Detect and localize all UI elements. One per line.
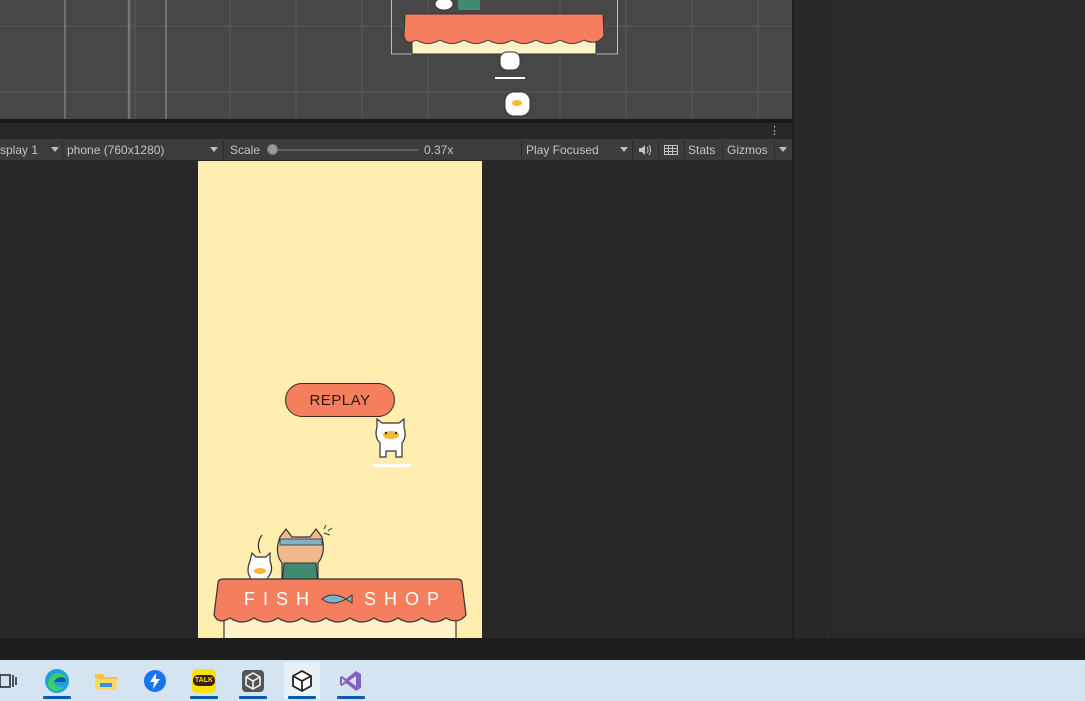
more-options-icon[interactable]: ⋮	[769, 125, 780, 137]
kakaotalk-button[interactable]: TALK	[186, 662, 222, 699]
play-mode-dropdown[interactable]: Play Focused	[526, 139, 631, 161]
game-canvas[interactable]: REPLAY FISH SHOP	[198, 161, 482, 638]
scale-slider-track[interactable]	[270, 149, 418, 151]
folder-icon	[95, 673, 117, 690]
lightning-icon	[144, 669, 166, 692]
unity-icon	[292, 669, 312, 692]
gizmos-button[interactable]: Gizmos	[727, 139, 768, 161]
cat-sprite	[373, 417, 411, 467]
edge-button[interactable]	[39, 662, 75, 699]
blue-app-button[interactable]	[137, 662, 173, 699]
side-panel	[792, 0, 826, 638]
edge-icon	[45, 668, 69, 693]
visual-studio-button[interactable]	[333, 662, 369, 699]
editor-status-bar	[0, 638, 1085, 660]
chevron-down-icon	[779, 147, 787, 152]
shortcuts-button[interactable]	[663, 139, 679, 161]
scene-view[interactable]	[0, 0, 792, 119]
scene-grid	[0, 0, 792, 119]
mute-audio-button[interactable]	[638, 139, 654, 161]
resolution-label: phone (760x1280)	[67, 143, 165, 157]
gizmos-dropdown[interactable]	[778, 139, 790, 161]
speaker-icon	[639, 144, 651, 156]
scale-slider-handle[interactable]	[267, 144, 278, 155]
task-view-icon	[0, 673, 17, 688]
shop-sign-text-left: FISH	[244, 589, 317, 609]
display-dropdown[interactable]: splay 1	[0, 139, 62, 161]
play-mode-label: Play Focused	[526, 143, 599, 157]
stats-button[interactable]: Stats	[688, 139, 715, 161]
kakaotalk-icon-label: TALK	[192, 675, 216, 686]
chevron-down-icon	[210, 147, 218, 152]
keyboard-icon	[664, 145, 678, 155]
chevron-down-icon	[620, 147, 628, 152]
resolution-dropdown[interactable]: phone (760x1280)	[67, 139, 222, 161]
file-explorer-button[interactable]	[88, 662, 124, 699]
game-tab-strip: ⋮	[0, 123, 792, 139]
replay-button[interactable]: REPLAY	[285, 383, 395, 417]
kakaotalk-icon: TALK	[192, 668, 216, 693]
game-toolbar: splay 1 phone (760x1280) Scale 0.37x Pla…	[0, 139, 792, 161]
scale-label: Scale	[230, 143, 261, 157]
scale-value: 0.37x	[424, 143, 454, 157]
task-view-button[interactable]	[0, 662, 26, 699]
display-label: splay 1	[0, 143, 39, 157]
unity-editor-button[interactable]	[284, 662, 320, 699]
shop-sign-text-right: SHOP	[364, 589, 447, 609]
unity-hub-icon	[242, 669, 264, 692]
visual-studio-icon	[340, 670, 361, 691]
chevron-down-icon	[51, 147, 59, 152]
inspector-panel	[826, 0, 1085, 638]
unity-hub-button[interactable]	[235, 662, 271, 699]
windows-taskbar: TALK	[0, 660, 1085, 701]
fish-shop-stall: FISH SHOP	[213, 525, 467, 638]
unity-editor-window: ⋮ splay 1 phone (760x1280) Scale 0.37x P…	[0, 0, 1085, 701]
